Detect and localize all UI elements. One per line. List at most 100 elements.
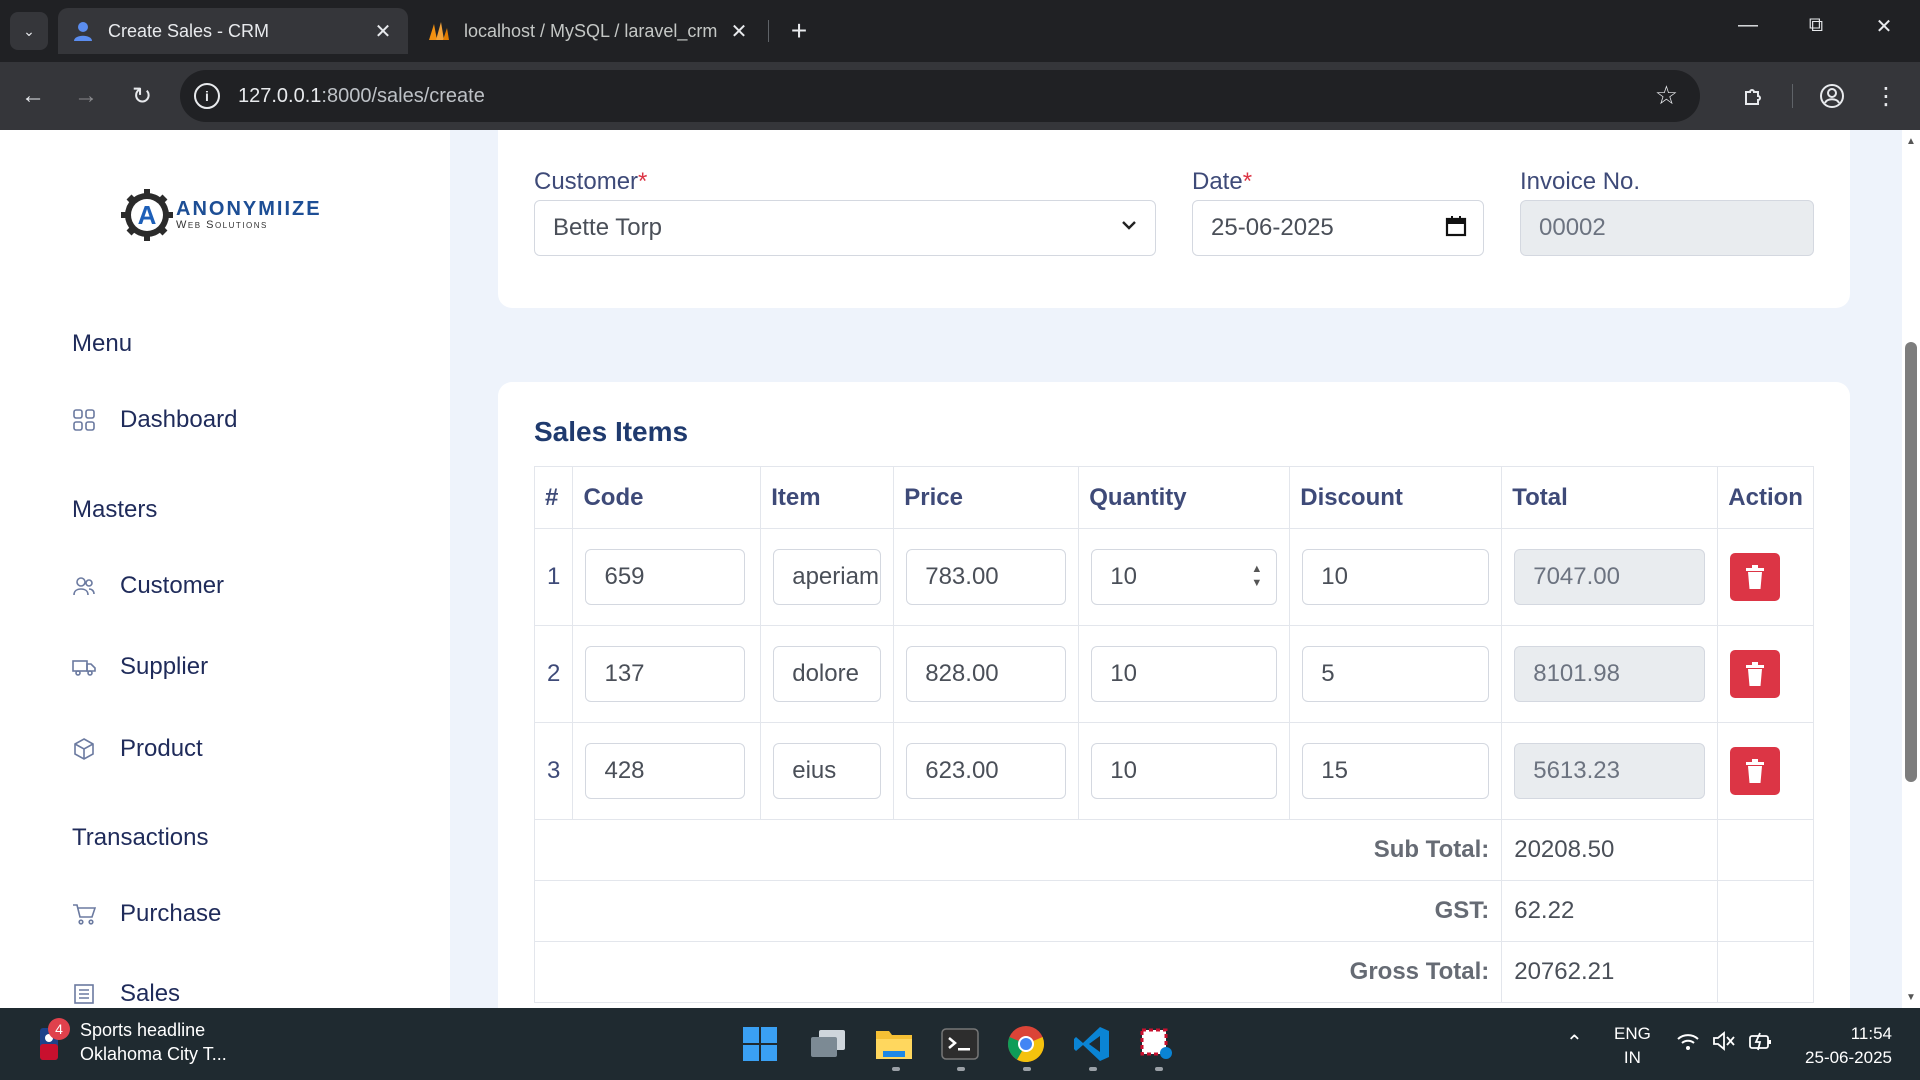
battery-charging-icon[interactable] — [1748, 1030, 1774, 1057]
tab-title: localhost / MySQL / laravel_crm — [464, 20, 718, 41]
sidebar-item-purchase[interactable]: Purchase — [72, 900, 221, 928]
gst-row: GST: 62.22 — [533, 880, 1814, 942]
discount-input[interactable]: 5 — [1302, 646, 1490, 702]
browser-tabbar: ⌄ Create Sales - CRM ✕ localhost / MySQL… — [0, 0, 1920, 62]
gross-total-row: Gross Total: 20762.21 — [533, 941, 1814, 1003]
file-explorer-icon[interactable] — [872, 1022, 916, 1066]
users-icon — [73, 577, 95, 596]
profile-account-icon[interactable] — [1814, 78, 1850, 114]
grid-icon — [73, 409, 95, 431]
chrome-icon[interactable] — [1004, 1022, 1048, 1066]
tab-close-icon[interactable]: ✕ — [728, 19, 750, 44]
show-hidden-icons-chevron-icon[interactable]: ⌃ — [1566, 1030, 1583, 1055]
site-info-icon[interactable]: i — [194, 83, 220, 109]
column-header: Quantity — [1078, 466, 1291, 529]
task-view-icon[interactable] — [806, 1022, 850, 1066]
quantity-value: 10 — [1110, 563, 1137, 590]
window-close-icon[interactable]: ✕ — [1864, 14, 1904, 39]
extensions-puzzle-icon[interactable] — [1736, 78, 1772, 114]
delete-row-button[interactable] — [1730, 553, 1781, 601]
restore-icon[interactable]: ⧉ — [1796, 14, 1836, 37]
delete-row-button[interactable] — [1730, 747, 1781, 795]
quantity-stepper[interactable]: 10 ▲ ▼ — [1091, 549, 1278, 605]
stepper-arrows-icon[interactable]: ▲ ▼ — [1251, 562, 1262, 590]
customer-select[interactable]: Bette Torp — [534, 200, 1156, 256]
forward-arrow-icon[interactable]: → — [68, 78, 104, 114]
scroll-down-arrow-icon[interactable]: ▼ — [1906, 992, 1916, 1003]
page-viewport: A ANONYMIIZE Web Solutions Menu Dashboar… — [0, 130, 1902, 1008]
region-code: IN — [1623, 1048, 1641, 1067]
wifi-icon[interactable] — [1676, 1032, 1700, 1057]
box-icon — [74, 738, 94, 760]
table-row: 1 659 aperiam 783.00 10 ▲ ▼ 10 7047.00 — [533, 528, 1814, 626]
logo-brand-name: ANONYMIIZE — [176, 198, 322, 220]
vscode-icon[interactable] — [1070, 1022, 1114, 1066]
running-indicator — [1089, 1067, 1097, 1071]
sidebar-item-product[interactable]: Product — [72, 735, 203, 763]
column-header: Discount — [1289, 466, 1503, 529]
address-bar[interactable]: i 127.0.0.1:8000/sales/create ☆ — [180, 70, 1700, 122]
sidebar-item-label: Purchase — [120, 900, 222, 927]
company-logo[interactable]: A ANONYMIIZE Web Solutions — [120, 188, 322, 242]
table-row: 2 137 dolore 828.00 10 5 8101.98 — [533, 625, 1814, 723]
sidebar-item-customer[interactable]: Customer — [72, 572, 224, 600]
delete-row-button[interactable] — [1730, 650, 1781, 698]
running-indicator — [1155, 1067, 1163, 1071]
item-input[interactable]: aperiam — [773, 549, 882, 605]
code-input[interactable]: 137 — [585, 646, 746, 702]
page-scrollbar[interactable]: ▲ ▼ — [1902, 130, 1920, 1008]
sidebar-item-label: Supplier — [120, 653, 209, 680]
sidebar-item-label: Product — [120, 735, 203, 762]
news-badge: 4 — [48, 1018, 70, 1040]
sub-total-value: 20208.50 — [1501, 819, 1719, 881]
item-input[interactable]: dolore — [773, 646, 882, 702]
windows-start-icon[interactable] — [738, 1022, 782, 1066]
sidebar-item-supplier[interactable]: Supplier — [72, 653, 208, 681]
snipping-tool-icon[interactable] — [1136, 1022, 1180, 1066]
gross-total-value: 20762.21 — [1501, 941, 1719, 1003]
language-indicator[interactable]: ENG IN — [1614, 1022, 1651, 1070]
scroll-up-arrow-icon[interactable]: ▲ — [1906, 136, 1916, 147]
clock-date: 25-06-2025 — [1805, 1048, 1892, 1067]
code-input[interactable]: 428 — [585, 743, 746, 799]
date-input[interactable]: 25-06-2025 — [1192, 200, 1484, 256]
cart-icon — [73, 904, 96, 925]
news-title: Sports headline — [80, 1020, 206, 1040]
scrollbar-thumb[interactable] — [1905, 342, 1917, 782]
reload-icon[interactable]: ↻ — [124, 78, 160, 114]
discount-input[interactable]: 10 — [1302, 549, 1490, 605]
tab-close-icon[interactable]: ✕ — [372, 19, 394, 44]
volume-muted-icon[interactable] — [1712, 1030, 1736, 1057]
quantity-stepper[interactable]: 10 — [1091, 743, 1278, 799]
sale-header-card: Customer* Bette Torp Date* 25-06-2025 In… — [498, 130, 1850, 308]
browser-toolbar: ← → ↻ i 127.0.0.1:8000/sales/create ☆ ⋮ — [0, 62, 1920, 130]
quantity-value: 10 — [1110, 660, 1137, 687]
news-widget[interactable]: 4 Sports headline Oklahoma City T... — [36, 1018, 227, 1066]
browser-menu-kebab-icon[interactable]: ⋮ — [1868, 78, 1904, 114]
discount-input[interactable]: 15 — [1302, 743, 1490, 799]
chevron-down-icon — [1119, 215, 1139, 241]
tab-phpmyadmin[interactable]: localhost / MySQL / laravel_crm ✕ — [414, 8, 764, 54]
minimize-icon[interactable]: — — [1728, 14, 1768, 37]
sub-total-label: Sub Total: — [533, 819, 1503, 881]
new-tab-plus-icon[interactable]: + — [780, 12, 818, 50]
customer-selected-value: Bette Torp — [553, 214, 662, 241]
terminal-icon[interactable] — [938, 1022, 982, 1066]
price-input[interactable]: 783.00 — [906, 549, 1067, 605]
sidebar-item-dashboard[interactable]: Dashboard — [72, 406, 237, 434]
column-header: Item — [760, 466, 895, 529]
row-total-field: 8101.98 — [1514, 646, 1706, 702]
calendar-icon[interactable] — [1445, 215, 1467, 243]
tab-list-chevron-icon[interactable]: ⌄ — [10, 12, 48, 50]
tab-create-sales[interactable]: Create Sales - CRM ✕ — [58, 8, 408, 54]
price-input[interactable]: 828.00 — [906, 646, 1067, 702]
back-arrow-icon[interactable]: ← — [15, 78, 51, 114]
trash-icon — [1746, 759, 1765, 783]
price-input[interactable]: 623.00 — [906, 743, 1067, 799]
quantity-stepper[interactable]: 10 — [1091, 646, 1278, 702]
item-input[interactable]: eius — [773, 743, 882, 799]
system-clock[interactable]: 11:54 25-06-2025 — [1805, 1022, 1892, 1070]
code-input[interactable]: 659 — [585, 549, 746, 605]
bookmark-star-icon[interactable]: ☆ — [1655, 80, 1678, 111]
sidebar-item-sales[interactable]: Sales — [72, 980, 180, 1008]
